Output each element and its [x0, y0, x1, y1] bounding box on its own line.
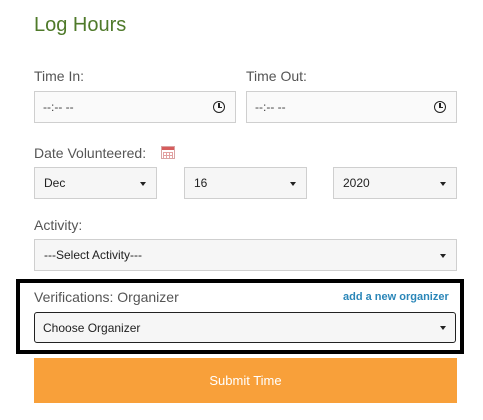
chevron-down-icon [290, 182, 296, 186]
submit-time-button[interactable]: Submit Time [34, 358, 457, 403]
calendar-icon[interactable] [161, 146, 175, 159]
time-out-value: --:-- -- [255, 100, 286, 114]
time-out-label: Time Out: [246, 68, 307, 84]
month-value: Dec [44, 176, 66, 190]
chevron-down-icon [440, 182, 446, 186]
organizer-value: Choose Organizer [43, 320, 141, 335]
date-volunteered-label: Date Volunteered: [34, 145, 147, 161]
verifications-label: Verifications: Organizer [34, 289, 179, 305]
year-select[interactable]: 2020 [333, 167, 457, 199]
year-value: 2020 [343, 176, 370, 190]
time-in-input[interactable]: --:-- -- [34, 91, 236, 123]
organizer-select[interactable]: Choose Organizer [34, 312, 456, 343]
chevron-down-icon [440, 326, 446, 330]
day-value: 16 [194, 176, 208, 190]
activity-select[interactable]: ---Select Activity--- [34, 239, 457, 271]
chevron-down-icon [140, 182, 146, 186]
day-select[interactable]: 16 [184, 167, 307, 199]
time-out-input[interactable]: --:-- -- [246, 91, 457, 123]
clock-icon[interactable] [434, 101, 446, 113]
time-in-value: --:-- -- [43, 100, 74, 114]
month-select[interactable]: Dec [34, 167, 157, 199]
activity-label: Activity: [34, 217, 83, 233]
clock-icon[interactable] [213, 101, 225, 113]
page-title: Log Hours [34, 14, 127, 36]
time-in-label: Time In: [34, 68, 85, 84]
add-organizer-link[interactable]: add a new organizer [343, 291, 449, 303]
chevron-down-icon [440, 254, 446, 258]
activity-value: ---Select Activity--- [44, 248, 143, 262]
